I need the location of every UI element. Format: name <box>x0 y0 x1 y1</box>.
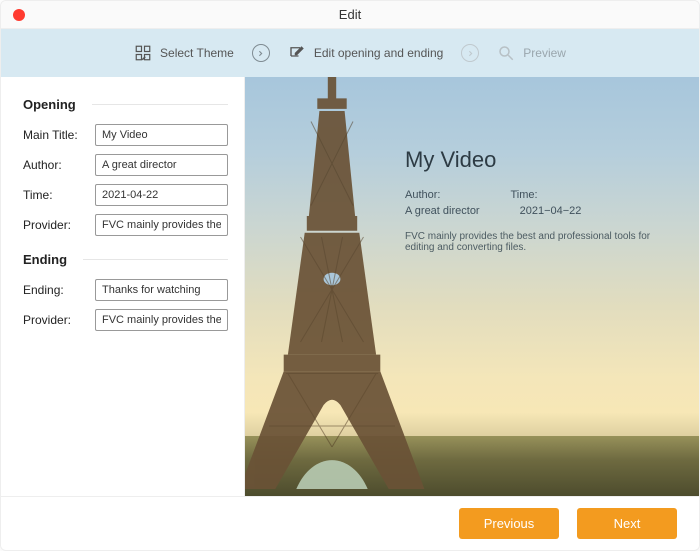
next-button[interactable]: Next <box>577 508 677 539</box>
preview-author-value: A great director <box>405 205 480 217</box>
time-input[interactable] <box>95 184 228 206</box>
field-ending: Ending: <box>23 279 228 301</box>
time-label: Time: <box>23 188 87 202</box>
ending-input[interactable] <box>95 279 228 301</box>
app-window: Edit Select Theme Edit opening and <box>0 0 700 551</box>
divider <box>92 104 228 105</box>
preview-title: My Video <box>405 147 679 173</box>
step-select-theme[interactable]: Select Theme <box>134 44 234 62</box>
opening-heading-label: Opening <box>23 97 76 112</box>
preview-description: FVC mainly provides the best and profess… <box>405 231 679 253</box>
author-label: Author: <box>23 158 87 172</box>
field-provider-opening: Provider: <box>23 214 228 236</box>
author-input[interactable] <box>95 154 228 176</box>
window-title: Edit <box>1 7 699 22</box>
footer-bar: Previous Next <box>1 496 699 550</box>
sidebar-form: Opening Main Title: Author: Time: Provid… <box>1 77 245 496</box>
provider-ending-input[interactable] <box>95 309 228 331</box>
step-label: Preview <box>523 46 566 60</box>
opening-heading: Opening <box>23 91 228 116</box>
field-main-title: Main Title: <box>23 124 228 146</box>
step-label: Select Theme <box>160 46 234 60</box>
field-author: Author: <box>23 154 228 176</box>
step-label: Edit opening and ending <box>314 46 443 60</box>
magnifier-icon <box>497 44 515 62</box>
ending-heading: Ending <box>23 246 228 271</box>
close-icon[interactable] <box>13 9 25 21</box>
preview-author-label: Author: <box>405 189 440 201</box>
step-edit-opening-ending[interactable]: Edit opening and ending <box>288 44 443 62</box>
ending-heading-label: Ending <box>23 252 67 267</box>
preview-pane: My Video Author: Time: A great director … <box>245 77 699 496</box>
main-title-label: Main Title: <box>23 128 87 142</box>
step-separator-icon <box>252 44 270 62</box>
ending-label: Ending: <box>23 283 87 297</box>
preview-text-block: My Video Author: Time: A great director … <box>405 147 679 253</box>
eiffel-tower-graphic <box>245 77 437 489</box>
step-bar: Select Theme Edit opening and ending Pre… <box>1 29 699 77</box>
provider-opening-input[interactable] <box>95 214 228 236</box>
provider-ending-label: Provider: <box>23 313 87 327</box>
field-provider-ending: Provider: <box>23 309 228 331</box>
titlebar: Edit <box>1 1 699 29</box>
step-separator-icon <box>461 44 479 62</box>
content-area: Opening Main Title: Author: Time: Provid… <box>1 77 699 496</box>
preview-time-label: Time: <box>510 189 537 201</box>
theme-grid-icon <box>134 44 152 62</box>
main-title-input[interactable] <box>95 124 228 146</box>
provider-label: Provider: <box>23 218 87 232</box>
field-time: Time: <box>23 184 228 206</box>
step-preview[interactable]: Preview <box>497 44 566 62</box>
divider <box>83 259 228 260</box>
edit-icon <box>288 44 306 62</box>
previous-button[interactable]: Previous <box>459 508 559 539</box>
preview-time-value: 2021−04−22 <box>520 205 582 217</box>
